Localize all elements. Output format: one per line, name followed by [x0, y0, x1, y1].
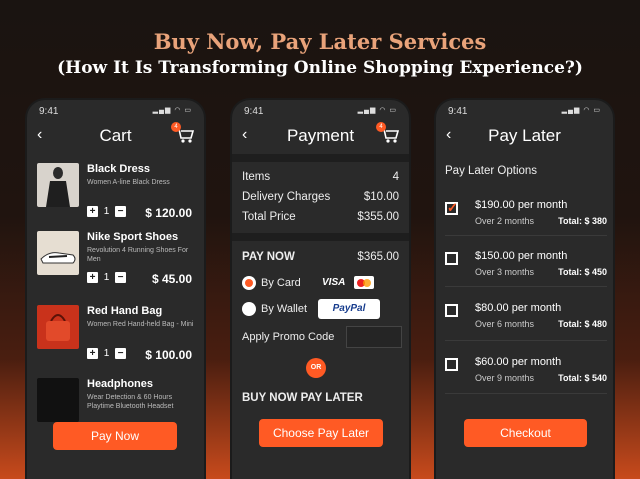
divider [445, 235, 607, 236]
promo-code-label: Apply Promo Code [242, 331, 335, 343]
option-checkbox[interactable] [445, 358, 458, 371]
promo-code-input[interactable] [346, 326, 402, 348]
headline-title: Buy Now, Pay Later Services [153, 29, 487, 54]
divider [445, 340, 607, 341]
by-wallet-label: By Wallet [261, 303, 308, 315]
quantity-value: 1 [103, 206, 110, 217]
divider [445, 393, 607, 394]
cart-item: Black Dress Women A-line Black Dress + 1… [37, 163, 196, 229]
total-value: $355.00 [357, 211, 399, 223]
shoes-image [37, 231, 79, 275]
total-label: Total Price [242, 211, 296, 223]
item-description: Women A-line Black Dress [87, 179, 170, 186]
option-term: Over 9 months [475, 373, 535, 383]
divider [445, 286, 607, 287]
by-wallet-radio[interactable] [242, 302, 256, 316]
phone-pay-later: 9:41 ▂▄▆ ◠ ▭ ‹ Pay Later Pay Later Optio… [436, 100, 613, 479]
quantity-value: 1 [103, 272, 110, 283]
cart-icon[interactable]: 4 [376, 122, 401, 145]
by-card-label: By Card [261, 277, 301, 289]
cart-item: Nike Sport Shoes Revolution 4 Running Sh… [37, 231, 196, 297]
status-time: 9:41 [448, 106, 468, 117]
hand-bag-image [37, 305, 79, 349]
option-checkbox[interactable] [445, 200, 458, 216]
increase-button[interactable]: + [87, 272, 98, 283]
signal-icons: ▂▄▆ ◠ ▭ [357, 107, 397, 114]
status-bar: 9:41 ▂▄▆ ◠ ▭ [448, 106, 601, 117]
item-name: Nike Sport Shoes [87, 231, 179, 243]
item-price: $ 45.00 [151, 272, 192, 286]
page-title: Pay Later [488, 126, 561, 145]
decrease-button[interactable]: − [115, 206, 126, 217]
item-name: Black Dress [87, 163, 150, 175]
item-name: Red Hand Bag [87, 305, 163, 317]
decrease-button[interactable]: − [115, 348, 126, 359]
status-time: 9:41 [39, 106, 59, 117]
option-total: Total: $ 380 [558, 216, 607, 226]
cart-icon[interactable]: 4 [171, 122, 196, 145]
pay-now-row: PAY NOW $365.00 [242, 251, 399, 263]
by-card-radio[interactable] [242, 276, 256, 290]
paypal-icon[interactable]: PayPal [318, 299, 380, 319]
option-term: Over 2 months [475, 216, 535, 226]
mastercard-icon [354, 276, 374, 289]
signal-icons: ▂▄▆ ◠ ▭ [152, 107, 192, 114]
cart-count-badge: 4 [376, 122, 386, 132]
option-total: Total: $ 540 [558, 373, 607, 383]
cart-item: Red Hand Bag Women Red Hand-held Bag - M… [37, 305, 196, 371]
increase-button[interactable]: + [87, 206, 98, 217]
status-time: 9:41 [244, 106, 264, 117]
delivery-row: Delivery Charges $10.00 [242, 191, 399, 203]
item-name: Headphones [87, 378, 154, 390]
pay-now-value: $365.00 [357, 251, 399, 263]
option-checkbox[interactable] [445, 304, 458, 317]
option-term: Over 3 months [475, 267, 535, 277]
increase-button[interactable]: + [87, 348, 98, 359]
items-value: 4 [392, 171, 399, 183]
status-bar: 9:41 ▂▄▆ ◠ ▭ [39, 106, 192, 117]
items-label: Items [242, 171, 271, 183]
option-total: Total: $ 480 [558, 319, 607, 329]
choose-pay-later-button[interactable]: Choose Pay Later [259, 419, 383, 447]
pay-later-options-label: Pay Later Options [445, 165, 538, 177]
signal-icons: ▂▄▆ ◠ ▭ [561, 107, 601, 114]
option-amount: $80.00 per month [475, 302, 562, 314]
item-description: Women Red Hand-held Bag - Mini [87, 321, 194, 328]
item-price: $ 120.00 [145, 206, 192, 220]
option-checkbox[interactable] [445, 252, 458, 265]
headline-subtitle: (How It Is Transforming Online Shopping … [57, 58, 583, 78]
status-bar: 9:41 ▂▄▆ ◠ ▭ [244, 106, 397, 117]
pay-now-button[interactable]: Pay Now [53, 422, 177, 450]
quantity-stepper: + 1 − [87, 348, 126, 359]
quantity-stepper: + 1 − [87, 206, 126, 217]
delivery-label: Delivery Charges [242, 191, 331, 203]
quantity-stepper: + 1 − [87, 272, 126, 283]
option-amount: $60.00 per month [475, 356, 562, 368]
delivery-value: $10.00 [363, 191, 399, 203]
decrease-button[interactable]: − [115, 272, 126, 283]
bnpl-label: BUY NOW PAY LATER [242, 392, 363, 404]
item-description: Revolution 4 Running Shoes For Men [87, 247, 189, 263]
option-total: Total: $ 450 [558, 267, 607, 277]
headphones-image [37, 378, 79, 422]
quantity-value: 1 [103, 348, 110, 359]
total-row: Total Price $355.00 [242, 211, 399, 223]
or-badge: OR [306, 358, 326, 378]
option-amount: $190.00 per month [475, 199, 568, 211]
items-row: Items 4 [242, 171, 399, 183]
visa-icon: VISA [322, 277, 346, 288]
divider [232, 233, 409, 241]
cart-count-badge: 4 [171, 122, 181, 132]
option-amount: $150.00 per month [475, 250, 568, 262]
phone-payment: 9:41 ▂▄▆ ◠ ▭ ‹ Payment 4 Items 4 Deliver… [232, 100, 409, 479]
divider [232, 154, 409, 162]
item-price: $ 100.00 [145, 348, 192, 362]
item-description: Wear Detection & 60 Hours Playtime Bluet… [87, 394, 174, 410]
pay-now-label: PAY NOW [242, 251, 295, 263]
phone-cart: 9:41 ▂▄▆ ◠ ▭ ‹ Cart 4 Black Dress Women … [27, 100, 204, 479]
option-term: Over 6 months [475, 319, 535, 329]
checkout-button[interactable]: Checkout [464, 419, 587, 447]
black-dress-image [37, 163, 79, 207]
